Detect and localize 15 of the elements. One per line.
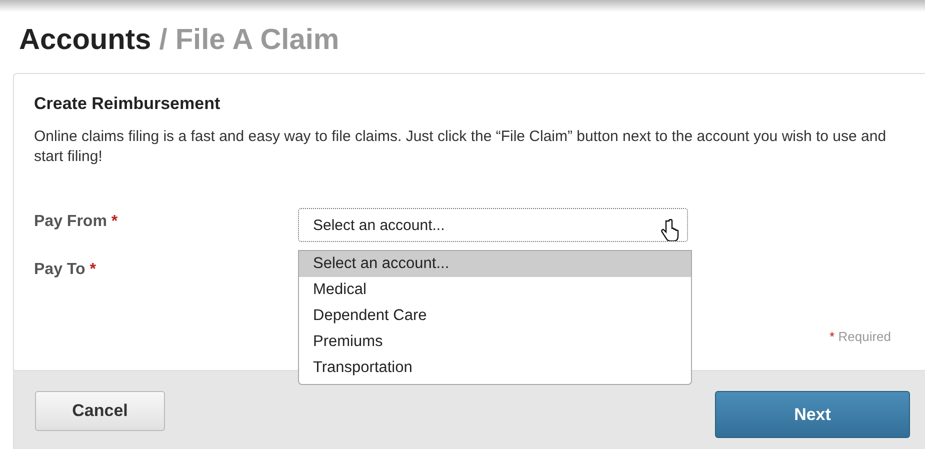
cancel-button[interactable]: Cancel bbox=[35, 391, 165, 431]
page-title: Accounts / File A Claim bbox=[19, 24, 340, 58]
required-note: * Required bbox=[830, 329, 891, 344]
dropdown-option[interactable]: Medical bbox=[299, 277, 691, 303]
field-label: Pay To * bbox=[34, 260, 97, 280]
dropdown-option[interactable]: Dependent Care bbox=[299, 303, 691, 329]
next-button[interactable]: Next bbox=[715, 391, 910, 438]
account-select[interactable]: Select an account... bbox=[298, 208, 688, 242]
hand-cursor-icon bbox=[661, 219, 679, 241]
dropdown-option[interactable]: Select an account... bbox=[299, 251, 691, 277]
field-label: Pay From * bbox=[34, 212, 119, 232]
intro-text: Online claims filing is a fast and easy way to file claims. Just click the “File Claim” button next to the account you wish to use and start filing! bbox=[34, 127, 888, 167]
section-heading: Create Reimbursement bbox=[34, 94, 222, 114]
dropdown-option[interactable]: Transportation bbox=[299, 355, 691, 381]
dropdown-option[interactable]: Premiums bbox=[299, 329, 691, 355]
